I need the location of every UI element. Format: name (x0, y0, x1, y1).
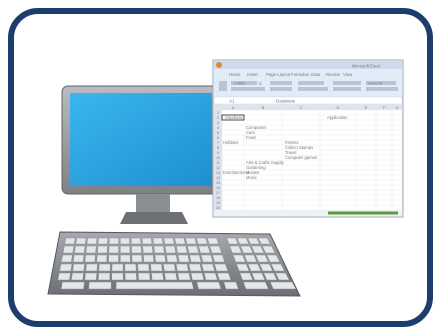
cell-d1: Application (327, 115, 348, 120)
row-label: 9 (217, 151, 219, 155)
ribbon-tab[interactable]: View (343, 72, 353, 77)
row-label: 7 (217, 141, 219, 145)
row-label: 13 (216, 171, 220, 175)
cell-b5: Food (246, 135, 256, 140)
row-label: 17 (216, 191, 220, 195)
keyboard (47, 231, 301, 297)
status-bar-zoom (328, 211, 398, 215)
column-label: A (232, 105, 235, 110)
formula-content: Database (276, 99, 296, 104)
monitor-stand (120, 212, 188, 224)
row-label: 14 (216, 176, 220, 180)
row-label: 6 (217, 136, 219, 140)
name-box: A1 (229, 99, 235, 104)
row-label: 1 (217, 111, 219, 115)
cell-a1: Database (225, 115, 244, 120)
scene: Microsoft Excel Home Insert Page Layout For… (47, 59, 404, 297)
row-label: 16 (216, 186, 220, 190)
column-header (214, 104, 402, 110)
cell-a6: Hobbies (223, 140, 238, 145)
row-label: 20 (216, 206, 220, 210)
formula-bar (213, 96, 403, 105)
font-name: Calibri (234, 81, 245, 86)
ribbon-tab[interactable]: Insert (247, 72, 259, 77)
number-format: General (368, 81, 382, 86)
illustration: Microsoft Excel Home Insert Page Layout For… (0, 0, 434, 328)
column-label: B (262, 105, 265, 110)
cell-b13: Music (246, 175, 257, 180)
row-label: 8 (217, 146, 219, 150)
cell-c9: Computer games (285, 155, 317, 160)
row-label: 18 (216, 196, 220, 200)
row-label: 5 (217, 131, 219, 135)
row-label: 11 (216, 161, 220, 165)
ribbon-tab[interactable]: Home (229, 72, 241, 77)
column-label: C (300, 105, 303, 110)
ribbon-tab[interactable]: Review (326, 72, 341, 77)
row-label: 10 (216, 156, 220, 160)
monitor (61, 85, 221, 224)
column-label: D (337, 105, 340, 110)
window-title: Microsoft Excel (352, 64, 380, 69)
row-label: 2 (217, 116, 219, 120)
office-button-icon (216, 62, 222, 68)
ribbon-tab[interactable]: Formulas (291, 72, 309, 77)
column-label: G (395, 105, 398, 110)
row-label: 15 (216, 181, 220, 185)
row-label: 19 (216, 201, 220, 205)
row-label: 4 (217, 126, 219, 130)
row-label: 3 (217, 121, 219, 125)
spreadsheet-window: Microsoft Excel Home Insert Page Layout For… (212, 59, 404, 218)
monitor-screen (70, 93, 212, 186)
column-label: E (365, 105, 368, 110)
row-label: 12 (216, 166, 220, 170)
ribbon-tab[interactable]: Page Layout (266, 72, 291, 77)
ribbon-tab[interactable]: Data (311, 72, 321, 77)
